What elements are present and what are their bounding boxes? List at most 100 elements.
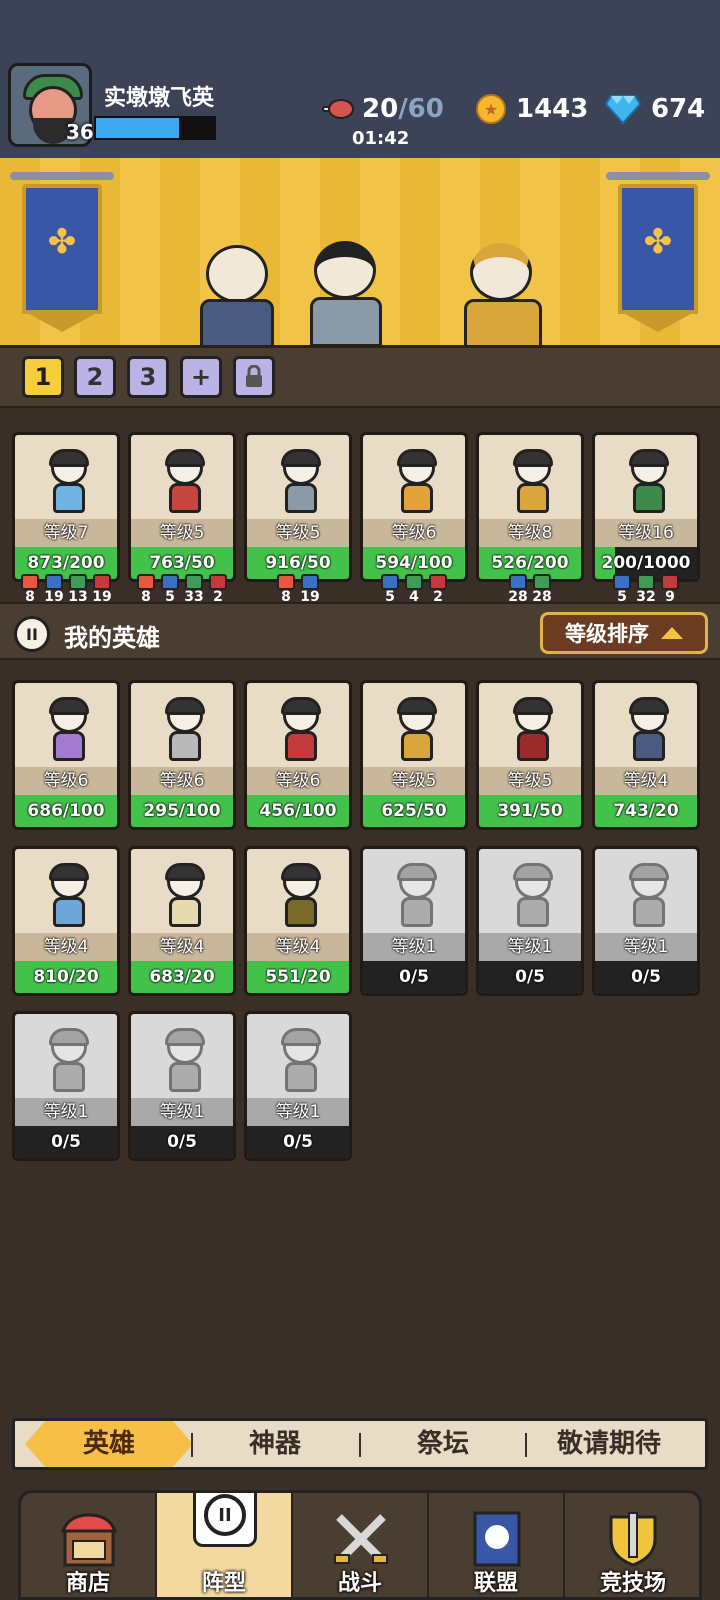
stamina-current: 20 bbox=[362, 94, 399, 124]
nav-formation-label: 阵型 bbox=[201, 1571, 246, 1596]
hero-card[interactable]: 等级5 625/50 bbox=[360, 680, 468, 830]
hero-portrait bbox=[247, 683, 349, 767]
hero-card[interactable]: 等级1 0/5 bbox=[128, 1011, 236, 1161]
hero-card[interactable]: 等级8 526/200 bbox=[476, 432, 584, 582]
hero-level: 等级8 bbox=[479, 519, 581, 547]
hero-xp-bar: 551/20 bbox=[247, 961, 349, 993]
my-heroes-header: II 我的英雄 等级排序 bbox=[0, 602, 720, 660]
top-status-bar: 36 实墩墩飞英 20/60 01:42 ★ 1443 674 bbox=[0, 0, 720, 158]
stage-hero-swordsman[interactable] bbox=[292, 235, 402, 345]
hero-portrait bbox=[15, 1014, 117, 1098]
hero-card[interactable]: 等级4 683/20 bbox=[128, 846, 236, 996]
attribute-tag: 28 bbox=[506, 574, 530, 604]
hero-portrait bbox=[247, 1014, 349, 1098]
hero-xp-bar: 686/100 bbox=[15, 795, 117, 827]
arena-shield-icon bbox=[609, 1512, 657, 1567]
nav-formation[interactable]: II 阵型 bbox=[157, 1493, 293, 1597]
gem-amount: 674 bbox=[651, 94, 706, 124]
gem-counter[interactable]: 674 bbox=[605, 92, 705, 126]
hero-card[interactable]: 等级5 391/50 bbox=[476, 680, 584, 830]
hero-card[interactable]: 等级6 456/100 bbox=[244, 680, 352, 830]
tab-coming-soon[interactable]: 敬请期待 bbox=[525, 1421, 693, 1467]
hero-card[interactable]: 等级1 0/5 bbox=[360, 846, 468, 996]
hero-card[interactable]: 等级7 873/200 bbox=[12, 432, 120, 582]
hero-portrait bbox=[363, 683, 465, 767]
hero-xp-bar: 0/5 bbox=[131, 1126, 233, 1158]
nav-battle-label: 战斗 bbox=[337, 1571, 382, 1596]
hero-portrait bbox=[15, 435, 117, 519]
nav-arena[interactable]: 竞技场 bbox=[565, 1493, 699, 1597]
hero-xp-text: 0/5 bbox=[167, 1132, 197, 1152]
hero-card[interactable]: 等级16 200/1000 bbox=[592, 432, 700, 582]
nav-battle[interactable]: 战斗 bbox=[293, 1493, 429, 1597]
hero-level: 等级1 bbox=[479, 933, 581, 961]
attribute-tag: 2 bbox=[206, 574, 230, 604]
hero-attribute-tags: 8 19 bbox=[274, 574, 322, 604]
nav-alliance[interactable]: 联盟 bbox=[429, 1493, 565, 1597]
attribute-tag: 33 bbox=[182, 574, 206, 604]
stamina-timer: 01:42 bbox=[352, 128, 410, 149]
attribute-tag: 8 bbox=[274, 574, 298, 604]
hero-card[interactable]: 等级1 0/5 bbox=[244, 1011, 352, 1161]
hero-level: 等级6 bbox=[131, 767, 233, 795]
team-slot-1[interactable]: 1 bbox=[22, 356, 64, 398]
attribute-icon bbox=[533, 574, 551, 590]
hero-xp-bar: 743/20 bbox=[595, 795, 697, 827]
team-slot-2[interactable]: 2 bbox=[74, 356, 116, 398]
tab-heroes[interactable]: 英雄 bbox=[25, 1421, 193, 1467]
hero-xp-bar: 0/5 bbox=[247, 1126, 349, 1158]
hero-attribute-tags: 5 32 9 bbox=[610, 574, 682, 604]
hero-portrait bbox=[595, 435, 697, 519]
nav-alliance-label: 联盟 bbox=[473, 1571, 518, 1596]
attribute-tag: 32 bbox=[634, 574, 658, 604]
attribute-icon bbox=[405, 574, 423, 590]
hero-card[interactable]: 等级5 916/50 bbox=[244, 432, 352, 582]
hero-card[interactable]: 等级6 686/100 bbox=[12, 680, 120, 830]
sort-by-level-button[interactable]: 等级排序 bbox=[540, 612, 708, 654]
hero-xp-bar: 0/5 bbox=[15, 1126, 117, 1158]
formation-icon: II bbox=[14, 616, 50, 652]
player-name: 实墩墩飞英 bbox=[104, 86, 215, 111]
team-slot-3[interactable]: 3 bbox=[127, 356, 169, 398]
tab-artifacts[interactable]: 神器 bbox=[191, 1421, 359, 1467]
hero-card[interactable]: 等级1 0/5 bbox=[476, 846, 584, 996]
hero-portrait bbox=[479, 683, 581, 767]
attribute-icon bbox=[69, 574, 87, 590]
gold-counter[interactable]: ★ 1443 bbox=[476, 92, 588, 126]
hero-card[interactable]: 等级1 0/5 bbox=[592, 846, 700, 996]
nav-shop-label: 商店 bbox=[65, 1571, 110, 1596]
stamina-counter[interactable]: 20/60 bbox=[322, 92, 444, 126]
attribute-tag: 5 bbox=[378, 574, 402, 604]
hero-level: 等级5 bbox=[131, 519, 233, 547]
add-team-slot-button[interactable]: + bbox=[180, 356, 222, 398]
hero-card[interactable]: 等级4 551/20 bbox=[244, 846, 352, 996]
hero-card[interactable]: 等级5 763/50 bbox=[128, 432, 236, 582]
hero-portrait bbox=[479, 849, 581, 933]
attribute-icon bbox=[161, 574, 179, 590]
hero-card[interactable]: 等级1 0/5 bbox=[12, 1011, 120, 1161]
hero-xp-bar: 683/20 bbox=[131, 961, 233, 993]
hero-xp-text: 873/200 bbox=[27, 553, 105, 573]
hero-level: 等级4 bbox=[247, 933, 349, 961]
hero-xp-bar: 456/100 bbox=[247, 795, 349, 827]
hero-level: 等级4 bbox=[595, 767, 697, 795]
hero-attribute-tags: 8 19 13 19 bbox=[18, 574, 114, 604]
nav-shop[interactable]: 商店 bbox=[21, 1493, 157, 1597]
hero-xp-bar: 0/5 bbox=[479, 961, 581, 993]
hero-card[interactable]: 等级4 810/20 bbox=[12, 846, 120, 996]
attribute-tag: 5 bbox=[158, 574, 182, 604]
hero-level: 等级1 bbox=[131, 1098, 233, 1126]
stage-hero-golden-warrior[interactable] bbox=[448, 235, 558, 345]
hero-level: 等级1 bbox=[363, 933, 465, 961]
hero-level: 等级5 bbox=[479, 767, 581, 795]
locked-slot-button[interactable] bbox=[233, 356, 275, 398]
hero-xp-bar: 295/100 bbox=[131, 795, 233, 827]
team-slot-bar: 1 2 3 + bbox=[0, 348, 720, 408]
banner-pole-right bbox=[606, 172, 710, 180]
stage-hero-viking[interactable] bbox=[192, 235, 282, 345]
hero-portrait bbox=[479, 435, 581, 519]
hero-card[interactable]: 等级6 295/100 bbox=[128, 680, 236, 830]
tab-altar[interactable]: 祭坛 bbox=[359, 1421, 527, 1467]
hero-card[interactable]: 等级6 594/100 bbox=[360, 432, 468, 582]
hero-card[interactable]: 等级4 743/20 bbox=[592, 680, 700, 830]
